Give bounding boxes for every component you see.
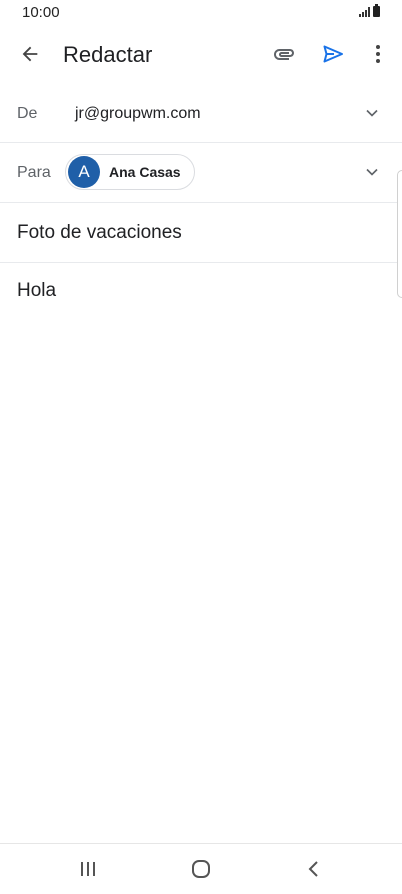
- back-chevron-icon: [308, 861, 318, 877]
- back-button[interactable]: [10, 34, 50, 74]
- page-title: Redactar: [63, 42, 153, 67]
- chevron-down-icon[interactable]: [362, 162, 382, 182]
- home-button[interactable]: [179, 850, 223, 888]
- recipient-chip[interactable]: A Ana Casas: [65, 154, 195, 190]
- scroll-handle[interactable]: [397, 170, 402, 298]
- recipient-name: Ana Casas: [109, 164, 181, 180]
- home-icon: [192, 860, 210, 878]
- app-bar: Redactar: [0, 26, 402, 82]
- paperclip-icon: [274, 49, 294, 60]
- status-icons: [359, 4, 380, 17]
- attach-button[interactable]: [264, 34, 304, 74]
- recents-icon: [81, 862, 95, 876]
- to-label: Para: [17, 164, 51, 181]
- battery-icon: [373, 4, 380, 17]
- send-icon: [323, 45, 343, 63]
- system-nav-bar: [0, 843, 402, 894]
- more-vert-icon: [376, 45, 380, 63]
- to-row[interactable]: Para A Ana Casas: [0, 143, 402, 203]
- subject-field[interactable]: Foto de vacaciones: [17, 222, 182, 244]
- status-time: 10:00: [22, 4, 60, 21]
- avatar: A: [68, 156, 100, 188]
- from-label: De: [17, 105, 38, 122]
- chevron-down-icon[interactable]: [362, 103, 382, 123]
- signal-icon: [359, 7, 370, 17]
- recents-button[interactable]: [66, 850, 110, 888]
- from-row[interactable]: De jr@groupwm.com: [0, 84, 402, 143]
- arrow-left-icon: [22, 46, 38, 62]
- nav-back-button[interactable]: [292, 850, 336, 888]
- send-button[interactable]: [313, 34, 353, 74]
- status-bar: 10:00: [0, 0, 402, 26]
- from-account[interactable]: jr@groupwm.com: [75, 105, 201, 123]
- subject-row[interactable]: Foto de vacaciones: [0, 203, 402, 263]
- body-field[interactable]: Hola: [17, 280, 56, 302]
- more-options-button[interactable]: [358, 34, 398, 74]
